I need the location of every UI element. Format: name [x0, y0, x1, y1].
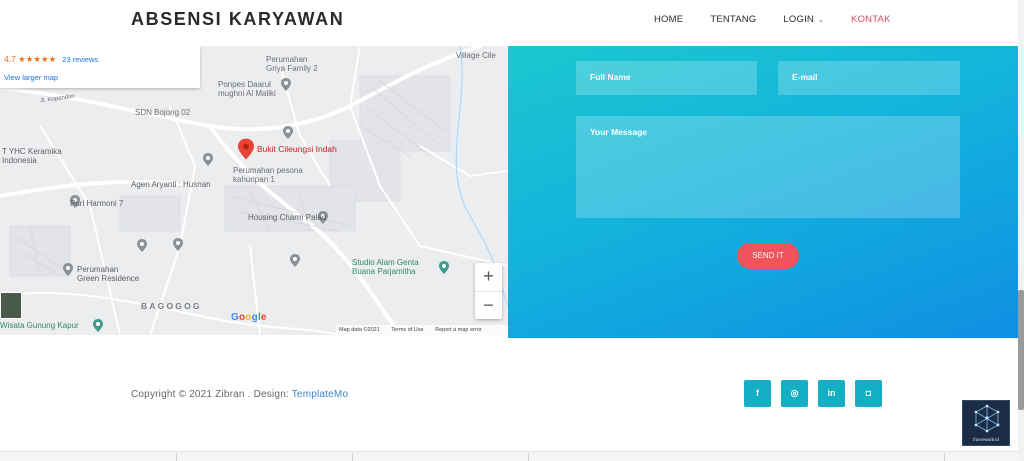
email-input[interactable]: E-mail: [778, 61, 960, 95]
chevron-down-icon: ⌄: [817, 17, 825, 24]
send-button[interactable]: SEND IT: [737, 243, 799, 269]
place-agen-aryanti: Agen Aryanti : Husnan: [131, 180, 211, 189]
copyright-label: Copyright © 2021 Zibran . Design:: [131, 389, 292, 400]
instagram-icon: ◘: [865, 388, 872, 398]
nav-kontak[interactable]: KONTAK: [851, 14, 891, 25]
place-griya-family: Perumahan Griya Family 2: [266, 55, 318, 73]
place-housing-charm: Housing Charm Palad: [248, 213, 327, 222]
brand-title[interactable]: ABSENSI KARYAWAN: [131, 9, 344, 30]
embedded-map[interactable]: 4.7 ★★★★★ 23 reviews View larger map Peru…: [0, 46, 508, 335]
github-icon: ◎: [790, 388, 799, 398]
place-sdn: SDN Bojong 02: [135, 108, 191, 117]
google-logo: Google: [231, 312, 267, 323]
location-pin-icon: [173, 238, 183, 251]
map-rating: 4.7 ★★★★★ 23 reviews: [4, 54, 98, 65]
reviews-link[interactable]: 23 reviews: [62, 55, 98, 64]
place-green-residence: Perumahan Green Residence: [77, 265, 140, 283]
watermark-text: framework.id: [973, 437, 999, 442]
nav-login-label: LOGIN: [783, 14, 814, 25]
instagram-button[interactable]: ◘: [855, 380, 882, 407]
report-map-error-link[interactable]: Report a map error: [435, 327, 481, 333]
copyright-text: Copyright © 2021 Zibran . Design: Templa…: [131, 389, 348, 400]
github-button[interactable]: ◎: [781, 380, 808, 407]
place-bukit-cileungsi: Bukit Cileungsi Indah: [257, 144, 337, 154]
red-location-pin-icon[interactable]: [238, 138, 254, 160]
facebook-icon: f: [756, 388, 759, 398]
linkedin-button[interactable]: in: [818, 380, 845, 407]
contact-form-panel: Full Name E-mail Your Message SEND IT: [508, 46, 1018, 338]
facebook-button[interactable]: f: [744, 380, 771, 407]
main-nav: HOME TENTANG LOGIN ⌄ KONTAK: [654, 14, 918, 25]
location-pin-icon: [137, 239, 147, 252]
network-logo-icon: [974, 404, 1000, 433]
nav-tentang[interactable]: TENTANG: [710, 14, 756, 25]
place-pesona-kahuripan: Perumahan pesona kahuripan 1: [233, 166, 303, 184]
site-header: ABSENSI KARYAWAN HOME TENTANG LOGIN ⌄ KON…: [0, 0, 1018, 46]
page: ABSENSI KARYAWAN HOME TENTANG LOGIN ⌄ KON…: [0, 0, 1024, 461]
place-bagogog: BAGOGOG: [141, 301, 202, 311]
place-studio-alam: Studio Alam Genta Buana Parjamitha: [352, 258, 419, 276]
location-pin-icon: [63, 263, 73, 276]
framework-watermark: framework.id: [962, 400, 1010, 446]
location-pin-icon: [281, 78, 291, 91]
location-pin-icon: [93, 319, 103, 332]
rating-value: 4.7 ★★★★★: [4, 54, 57, 64]
terms-of-use-link[interactable]: Terms of Use: [391, 327, 423, 333]
map-zoom-control: + −: [475, 263, 502, 319]
view-larger-map-link[interactable]: View larger map: [4, 73, 58, 82]
map-info-card: 4.7 ★★★★★ 23 reviews View larger map: [0, 46, 200, 88]
scrollbar-thumb[interactable]: [1018, 290, 1024, 410]
location-pin-icon: [203, 153, 213, 166]
message-textarea[interactable]: Your Message: [576, 116, 960, 218]
place-wisata-gunung-kapur: Wisata Gunung Kapur: [0, 321, 79, 330]
location-pin-icon: [290, 254, 300, 267]
zoom-in-button[interactable]: +: [475, 263, 502, 291]
templatemo-link[interactable]: TemplateMo: [292, 389, 348, 400]
map-attribution: Map data ©2021 Terms of Use Report a map…: [336, 325, 508, 335]
full-name-input[interactable]: Full Name: [576, 61, 757, 95]
bottom-bar: [0, 451, 1018, 461]
zoom-out-button[interactable]: −: [475, 291, 502, 319]
place-ponpes: Ponpes Daarul mughni Al Maliki: [218, 80, 276, 98]
nav-home[interactable]: HOME: [654, 14, 683, 25]
place-yhc-keramika: T YHC Keramika Indonesia: [2, 147, 62, 165]
place-village: Village Cile: [456, 51, 496, 60]
location-pin-icon: [283, 126, 293, 139]
place-puri-harmoni: Puri Harmoni 7: [70, 199, 124, 208]
map-data-text: Map data ©2021: [339, 327, 380, 333]
nav-login[interactable]: LOGIN ⌄: [783, 14, 824, 25]
location-pin-icon: [439, 261, 449, 274]
satellite-toggle-button[interactable]: [0, 292, 22, 319]
linkedin-icon: in: [827, 388, 836, 398]
